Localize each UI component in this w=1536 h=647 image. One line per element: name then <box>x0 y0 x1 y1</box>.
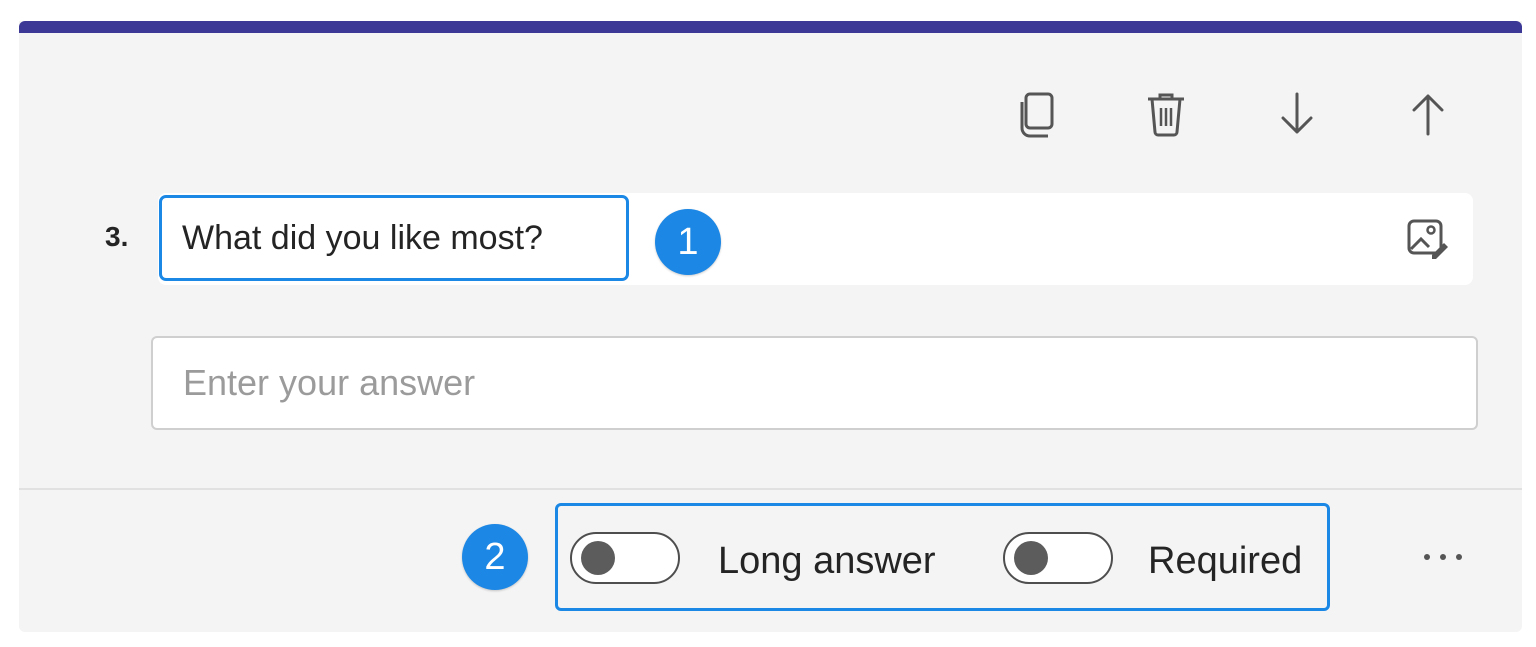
divider <box>19 488 1522 490</box>
answer-input[interactable]: Enter your answer <box>151 336 1478 430</box>
long-answer-label: Long answer <box>718 540 936 582</box>
move-up-icon[interactable] <box>1402 88 1454 140</box>
long-answer-toggle[interactable] <box>570 532 680 584</box>
move-down-icon[interactable] <box>1271 88 1323 140</box>
question-number: 3. <box>105 221 129 252</box>
callout-badge-1: 1 <box>655 209 721 275</box>
toggle-knob <box>1014 541 1048 575</box>
more-options-icon[interactable] <box>1415 535 1471 579</box>
delete-icon[interactable] <box>1140 88 1192 140</box>
card-accent-bar <box>19 21 1522 33</box>
callout-badge-2: 2 <box>462 524 528 590</box>
insert-image-icon[interactable] <box>1401 211 1455 265</box>
required-toggle[interactable] <box>1003 532 1113 584</box>
toggle-knob <box>581 541 615 575</box>
question-title-input[interactable]: What did you like most? <box>159 195 629 281</box>
copy-icon[interactable] <box>1014 88 1066 140</box>
required-label: Required <box>1148 540 1303 582</box>
